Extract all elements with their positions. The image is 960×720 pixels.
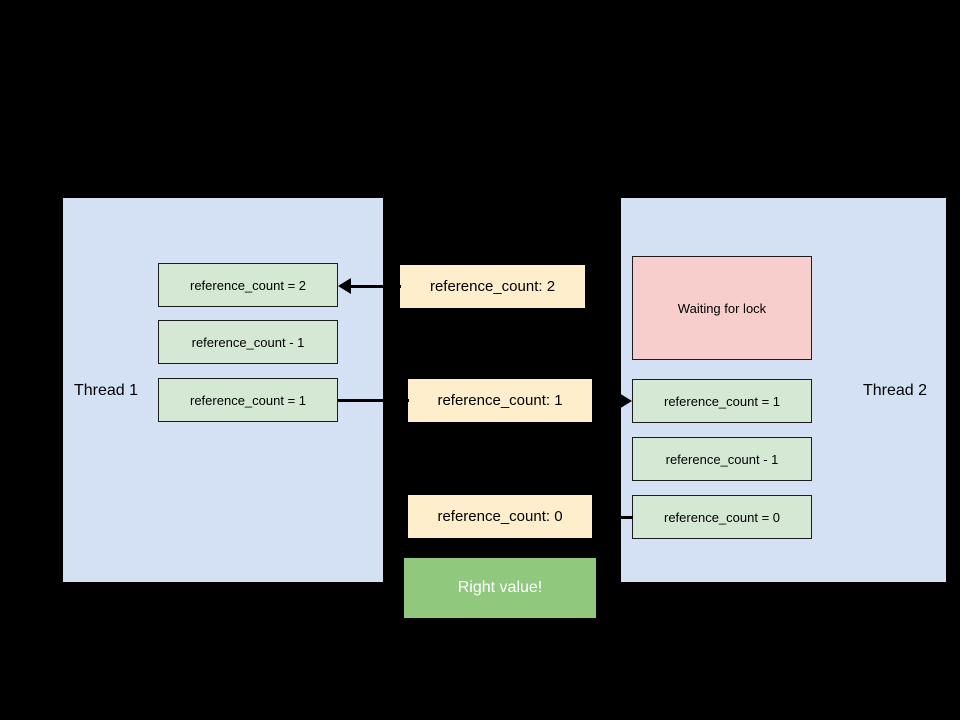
thread2-node-refcount-1[interactable]: reference_count = 1	[632, 379, 812, 423]
diagram-canvas: Thread 1 reference_count = 2 reference_c…	[0, 0, 960, 720]
thread-2-label: Thread 2	[863, 382, 928, 399]
thread1-node-refcount-2[interactable]: reference_count = 2	[158, 263, 338, 307]
thread2-node-refcount-minus-1[interactable]: reference_count - 1	[632, 437, 812, 481]
memory-node-refcount-2[interactable]: reference_count: 2	[400, 265, 585, 308]
memory-node-refcount-0[interactable]: reference_count: 0	[408, 495, 592, 538]
memory-node-right-value[interactable]: Right value!	[404, 558, 596, 618]
arrow-right-icon-memory1-thread2	[619, 393, 632, 409]
thread1-node-refcount-minus-1[interactable]: reference_count - 1	[158, 320, 338, 364]
connector-line-memory2-thread1	[351, 285, 401, 288]
thread-1-label: Thread 1	[74, 382, 139, 399]
thread2-node-refcount-0[interactable]: reference_count = 0	[632, 495, 812, 539]
arrow-left-icon-memory2-thread1	[338, 278, 351, 294]
connector-line-thread1-memory1	[338, 399, 409, 402]
memory-node-refcount-1[interactable]: reference_count: 1	[408, 379, 592, 422]
connector-line-memory1-thread2	[592, 400, 619, 403]
connector-line-thread2-memory0	[592, 516, 633, 519]
thread2-node-waiting-for-lock[interactable]: Waiting for lock	[632, 256, 812, 360]
thread1-node-refcount-1[interactable]: reference_count = 1	[158, 378, 338, 422]
